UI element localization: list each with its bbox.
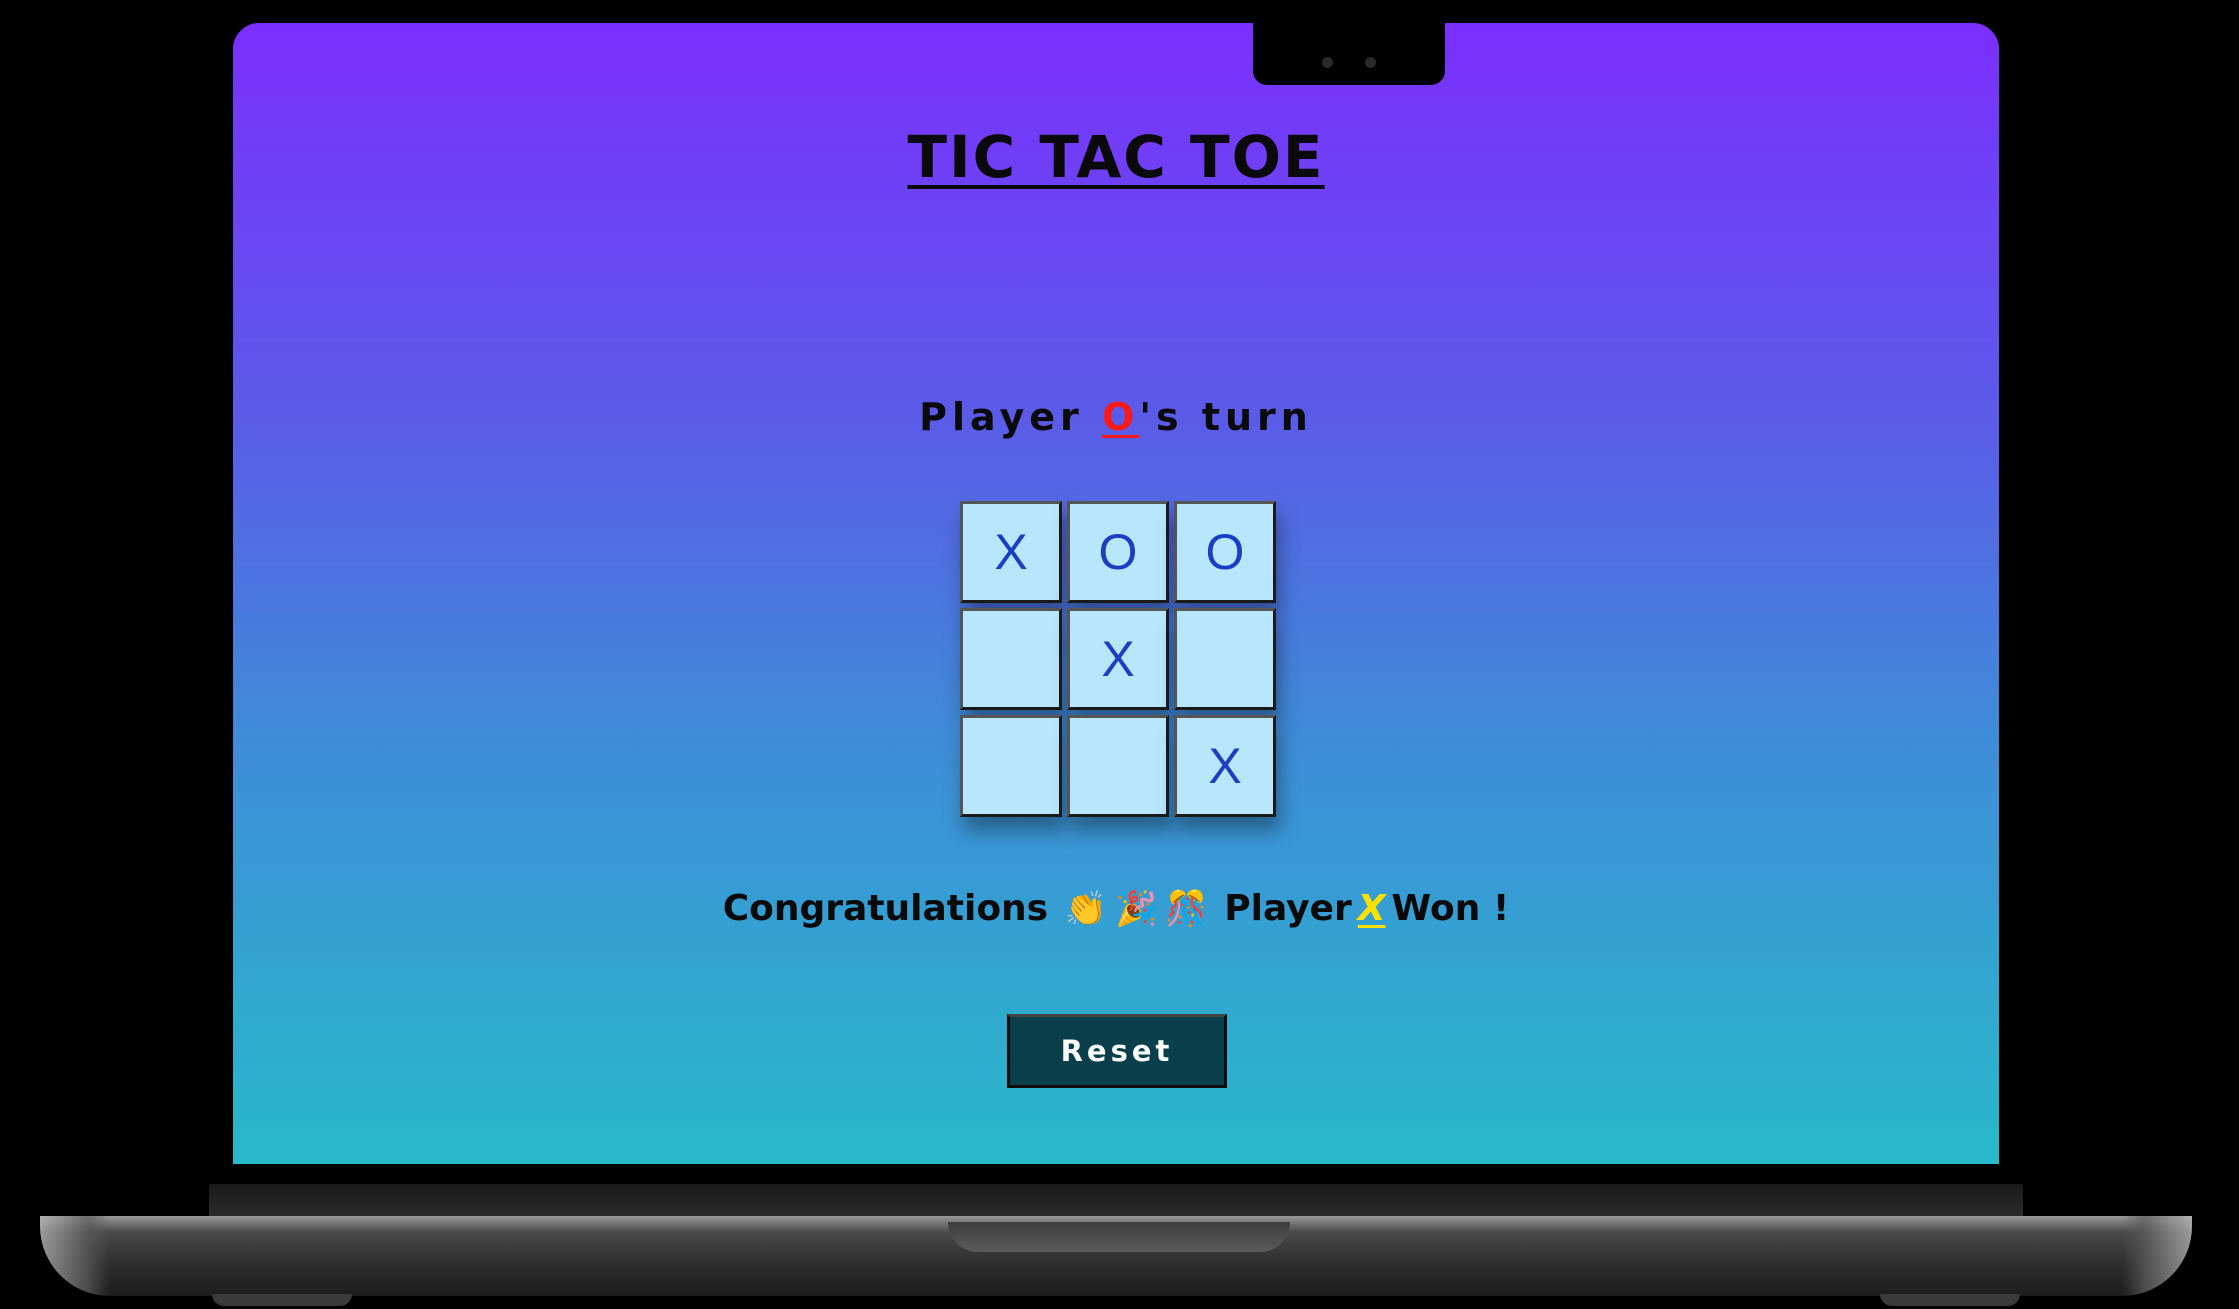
camera-notch <box>1253 23 1445 85</box>
board-cell-4[interactable] <box>960 608 1062 710</box>
sensor-icon <box>1365 57 1376 68</box>
board-cell-5[interactable]: X <box>1067 608 1169 710</box>
reset-button[interactable]: Reset <box>1007 1014 1227 1088</box>
board-cell-6[interactable] <box>1174 608 1276 710</box>
board-cell-2[interactable]: O <box>1067 501 1169 603</box>
confetti-ball-icon: 🎊 <box>1165 889 1208 929</box>
board-cell-8[interactable] <box>1067 715 1169 817</box>
winner-player-label: Player <box>1224 888 1352 929</box>
clapping-hands-icon: 👏 <box>1064 889 1107 929</box>
laptop-frame: TIC TAC TOE Player O's turn X O O X X Co… <box>0 0 2239 1309</box>
app-screen: TIC TAC TOE Player O's turn X O O X X Co… <box>233 23 1999 1164</box>
laptop-foot-left <box>212 1294 352 1306</box>
party-popper-icon: 🎉 <box>1115 889 1158 929</box>
turn-player: O <box>1102 395 1140 439</box>
winner-prefix: Congratulations <box>722 888 1049 929</box>
turn-indicator: Player O's turn <box>233 395 1999 439</box>
winner-suffix: Won ! <box>1391 888 1510 929</box>
laptop-thumb-notch <box>948 1222 1290 1252</box>
board-cell-1[interactable]: X <box>960 501 1062 603</box>
winner-message: Congratulations 👏 🎉 🎊 Player X Won ! <box>233 888 1999 929</box>
camera-icon <box>1322 57 1333 68</box>
board-cell-7[interactable] <box>960 715 1062 817</box>
page-title: TIC TAC TOE <box>907 123 1325 191</box>
game-board: X O O X X <box>960 501 1284 825</box>
board-cell-3[interactable]: O <box>1174 501 1276 603</box>
board-cell-9[interactable]: X <box>1174 715 1276 817</box>
laptop-foot-right <box>1880 1294 2020 1306</box>
turn-prefix: Player <box>919 395 1103 439</box>
turn-suffix: 's turn <box>1139 395 1313 439</box>
winner-player: X <box>1357 888 1386 929</box>
